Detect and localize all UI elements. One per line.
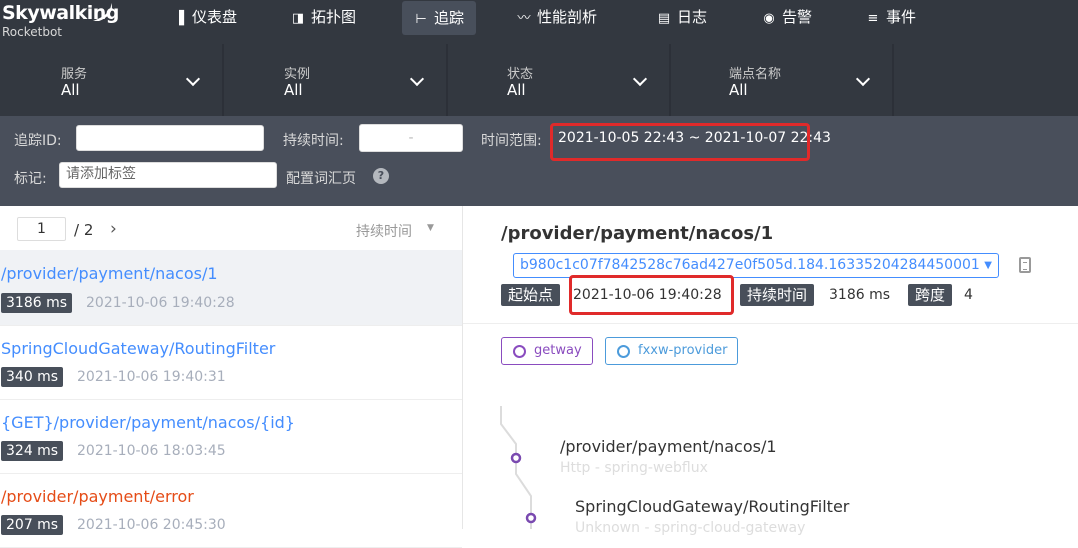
logo-subtitle: Rocketbot xyxy=(2,25,63,39)
filter-endpoint-value: All xyxy=(729,81,748,99)
event-icon: ≡ xyxy=(867,11,879,26)
filter-service-label: 服务 xyxy=(61,67,88,82)
nav-log[interactable]: ▤ 日志 xyxy=(645,0,719,34)
duration-range-input[interactable]: - xyxy=(359,124,463,152)
logo[interactable]: Skywalking Rocketbot xyxy=(2,2,119,39)
chevron-down-icon xyxy=(855,71,871,87)
nav-event[interactable]: ≡ 事件 xyxy=(854,0,928,34)
span-name[interactable]: SpringCloudGateway/RoutingFilter xyxy=(575,497,849,516)
span-count-value: 4 xyxy=(964,287,973,303)
filter-service[interactable]: 服务 All xyxy=(0,44,224,116)
duration-badge: 324 ms xyxy=(1,441,64,461)
chevron-right-icon[interactable]: › xyxy=(110,219,117,239)
duration-value: 3186 ms xyxy=(829,287,891,303)
chevron-down-icon xyxy=(632,71,648,87)
duration-badge: 207 ms xyxy=(1,515,64,535)
circle-icon xyxy=(513,345,526,358)
tag-input[interactable]: 请添加标签 xyxy=(59,162,277,188)
service-tag-label: getway xyxy=(534,343,582,358)
duration-label: 持续时间: xyxy=(283,133,344,149)
trace-id-label: 追踪ID: xyxy=(14,133,62,149)
span-component: Unknown - spring-cloud-gateway xyxy=(575,520,806,536)
help-icon[interactable]: ? xyxy=(373,168,389,184)
logo-swoosh-icon xyxy=(93,3,112,21)
filter-status-label: 状态 xyxy=(507,67,534,82)
caret-down-icon[interactable]: ▼ xyxy=(427,223,434,233)
trace-list-item[interactable]: /provider/payment/nacos/1 3186 ms 2021-1… xyxy=(0,250,462,326)
divider xyxy=(463,323,1078,324)
nav-trace[interactable]: ⊢ 追踪 xyxy=(402,1,477,35)
trace-icon: ⊢ xyxy=(415,12,427,27)
filter-instance-label: 实例 xyxy=(284,67,311,82)
nav-dashboard[interactable]: ▐ 仪表盘 xyxy=(160,0,249,34)
sort-select[interactable]: 持续时间 xyxy=(356,221,412,241)
trace-list-panel: 1 / 2 › 持续时间 ▼ /provider/payment/nacos/1… xyxy=(0,206,463,548)
log-icon: ▤ xyxy=(657,11,671,26)
service-tag-getway[interactable]: getway xyxy=(501,337,593,365)
highlight-box-start-time xyxy=(569,275,734,315)
duration-badge: 持续时间 xyxy=(740,284,815,306)
time-range-label: 时间范围: xyxy=(481,133,542,149)
trace-endpoint-name[interactable]: /provider/payment/nacos/1 xyxy=(1,264,218,283)
trace-start-time: 2021-10-06 18:03:45 xyxy=(77,443,226,459)
trace-endpoint-name[interactable]: /provider/payment/error xyxy=(1,487,194,506)
trace-endpoint-name[interactable]: {GET}/provider/payment/nacos/{id} xyxy=(1,413,295,432)
filter-service-value: All xyxy=(61,81,80,99)
filter-status-value: All xyxy=(507,81,526,99)
trace-list-item[interactable]: SpringCloudGateway/RoutingFilter 340 ms … xyxy=(0,326,462,400)
filter-endpoint-label: 端点名称 xyxy=(729,67,782,82)
chevron-down-icon xyxy=(409,71,425,87)
trace-start-time: 2021-10-06 19:40:28 xyxy=(86,295,235,311)
pagination: 1 / 2 › 持续时间 ▼ xyxy=(0,206,462,251)
trace-endpoint-name[interactable]: SpringCloudGateway/RoutingFilter xyxy=(1,339,275,358)
nav-dashboard-label: 仪表盘 xyxy=(192,8,238,26)
service-tag-label: fxxw-provider xyxy=(638,343,728,358)
trace-list-item[interactable]: /provider/payment/error 207 ms 2021-10-0… xyxy=(0,474,462,548)
duration-badge: 3186 ms xyxy=(1,293,73,313)
trace-list-item[interactable]: {GET}/provider/payment/nacos/{id} 324 ms… xyxy=(0,400,462,474)
span-name[interactable]: /provider/payment/nacos/1 xyxy=(560,437,777,456)
top-navbar: Skywalking Rocketbot ▐ 仪表盘 ◨ 拓扑图 ⊢ 追踪 〰性能剖析… xyxy=(0,0,1078,44)
trace-id-value: b980c1c07f7842528c76ad427e0f505d.184.163… xyxy=(520,257,980,273)
trace-detail-panel: /provider/payment/nacos/1 b980c1c07f7842… xyxy=(463,206,1078,536)
filter-bar: 服务 All 实例 All 状态 All 端点名称 All xyxy=(0,44,1078,116)
filter-instance-value: All xyxy=(284,81,303,99)
nav-log-label: 日志 xyxy=(677,8,708,26)
nav-profile[interactable]: 〰性能剖析 xyxy=(505,0,609,34)
nav-alarm[interactable]: ◉ 告警 xyxy=(750,0,824,34)
circle-icon xyxy=(617,345,630,358)
config-vocabulary-link[interactable]: 配置词汇页 xyxy=(286,168,356,188)
nav-event-label: 事件 xyxy=(886,8,917,26)
trace-id-input[interactable] xyxy=(76,125,264,151)
profile-icon: 〰 xyxy=(517,11,531,26)
chevron-down-icon xyxy=(185,71,201,87)
tag-label: 标记: xyxy=(14,171,47,187)
start-time-badge: 起始点 xyxy=(501,284,561,306)
service-tag-fxxw-provider[interactable]: fxxw-provider xyxy=(605,337,739,365)
span-component: Http - spring-webflux xyxy=(560,460,708,476)
trace-detail-title: /provider/payment/nacos/1 xyxy=(501,223,774,244)
span-node-icon xyxy=(510,452,522,464)
page-total: / 2 xyxy=(74,221,94,239)
caret-down-icon: ▼ xyxy=(984,260,992,271)
nav-profile-label: 性能剖析 xyxy=(537,8,598,26)
nav-topology[interactable]: ◨ 拓扑图 xyxy=(279,0,368,34)
page-number-input[interactable]: 1 xyxy=(17,217,66,241)
filter-instance[interactable]: 实例 All xyxy=(224,44,448,116)
trace-start-time: 2021-10-06 19:40:31 xyxy=(77,369,226,385)
trace-start-time: 2021-10-06 20:45:30 xyxy=(77,517,226,533)
copy-icon[interactable] xyxy=(1019,257,1031,273)
filter-status[interactable]: 状态 All xyxy=(447,44,671,116)
duration-badge: 340 ms xyxy=(1,367,64,387)
nav-trace-label: 追踪 xyxy=(434,9,465,27)
highlight-box-time-range xyxy=(550,123,810,161)
nav-alarm-label: 告警 xyxy=(782,8,813,26)
dashboard-icon: ▐ xyxy=(174,11,184,26)
topology-icon: ◨ xyxy=(291,11,305,26)
alarm-icon: ◉ xyxy=(763,11,775,26)
nav-topology-label: 拓扑图 xyxy=(311,8,357,26)
span-count-badge: 跨度 xyxy=(908,284,953,306)
span-node-icon xyxy=(525,512,537,524)
filter-endpoint[interactable]: 端点名称 All xyxy=(670,44,894,116)
